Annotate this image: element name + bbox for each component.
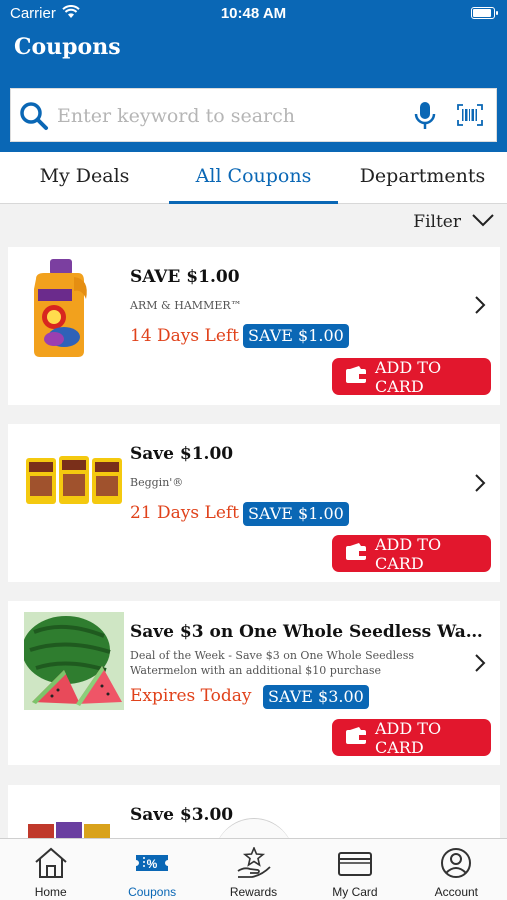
- coupon-card[interactable]: Save $1.00 Beggin'® 21 Days Left SAVE $1…: [8, 424, 500, 582]
- home-icon: [33, 847, 69, 882]
- wallet-icon: [345, 365, 367, 388]
- nav-account[interactable]: Account: [406, 839, 507, 900]
- product-image-watermelon: [22, 612, 124, 714]
- save-badge: SAVE $1.00: [243, 502, 349, 526]
- product-image-detergent: [24, 259, 94, 363]
- coupon-title: Save $1.00: [130, 444, 234, 464]
- bottom-nav: Home % Coupons Rewards My Card Account: [0, 838, 507, 900]
- save-badge: SAVE $3.00: [263, 685, 369, 709]
- tab-my-deals[interactable]: My Deals: [0, 152, 169, 203]
- nav-rewards[interactable]: Rewards: [203, 839, 304, 900]
- rewards-hand-star-icon: [236, 845, 272, 882]
- coupon-title: Save $3.00: [130, 805, 234, 825]
- product-image-dog-treats: [24, 452, 124, 516]
- search-input[interactable]: [57, 97, 397, 135]
- barcode-scanner-icon[interactable]: [457, 104, 483, 130]
- filter-button[interactable]: Filter: [413, 212, 495, 232]
- chevron-right-icon[interactable]: [474, 653, 486, 677]
- coupon-brand: Beggin'®: [130, 476, 184, 489]
- coupon-title: SAVE $1.00: [130, 267, 240, 287]
- add-to-card-label: ADD TO CARD: [375, 357, 442, 396]
- nav-account-label: Account: [434, 885, 478, 899]
- add-to-card-button[interactable]: ADD TO CARD: [332, 357, 491, 396]
- filter-label: Filter: [413, 212, 461, 232]
- nav-coupons[interactable]: % Coupons: [101, 839, 202, 900]
- add-to-card-button[interactable]: ADD TO CARD: [332, 534, 491, 573]
- nav-coupons-label: Coupons: [128, 885, 177, 899]
- microphone-icon[interactable]: [414, 101, 436, 135]
- coupon-brand: ARM & HAMMER™: [130, 299, 242, 312]
- coupon-brand: Deal of the Week - Save $3 on One Whole …: [130, 649, 414, 677]
- chevron-down-icon: [471, 212, 495, 232]
- card-icon: [337, 852, 373, 882]
- wallet-icon: [345, 542, 367, 565]
- search-icon: [19, 101, 49, 135]
- nav-my-card[interactable]: My Card: [304, 839, 405, 900]
- tab-departments[interactable]: Departments: [338, 152, 507, 203]
- tab-all-coupons[interactable]: All Coupons: [169, 152, 338, 204]
- add-to-card-button[interactable]: ADD TO CARD: [332, 718, 491, 757]
- coupon-title: Save $3 on One Whole Seedless Waterm...: [130, 622, 490, 642]
- save-badge: SAVE $1.00: [243, 324, 349, 348]
- nav-my-card-label: My Card: [332, 885, 378, 899]
- chevron-right-icon[interactable]: [474, 473, 486, 497]
- coupon-tabs: My Deals All Coupons Departments: [0, 152, 507, 204]
- chevron-right-icon[interactable]: [474, 295, 486, 319]
- nav-rewards-label: Rewards: [229, 885, 278, 899]
- coupon-card[interactable]: SAVE $1.00 ARM & HAMMER™ 14 Days Left SA…: [8, 247, 500, 405]
- account-icon: [438, 848, 474, 882]
- add-to-card-label: ADD TO CARD: [375, 534, 442, 573]
- app-header: Carrier 10:48 AM Coupons: [0, 0, 507, 152]
- nav-home[interactable]: Home: [0, 839, 101, 900]
- days-left-label: 14 Days Left: [130, 326, 240, 346]
- coupon-icon: %: [134, 855, 170, 882]
- page-title: Coupons: [14, 34, 121, 60]
- status-time: 10:48 AM: [220, 5, 287, 22]
- battery-icon: [471, 7, 498, 19]
- days-left-label: 21 Days Left: [130, 503, 240, 523]
- status-bar: Carrier 10:48 AM: [0, 0, 507, 28]
- coupon-card[interactable]: Save $3 on One Whole Seedless Waterm... …: [8, 601, 500, 765]
- wallet-icon: [345, 726, 367, 749]
- svg-text:%: %: [147, 857, 158, 871]
- add-to-card-label: ADD TO CARD: [375, 718, 442, 757]
- days-left-label: Expires Today: [130, 686, 252, 706]
- search-bar[interactable]: [10, 88, 497, 142]
- nav-home-label: Home: [34, 885, 67, 899]
